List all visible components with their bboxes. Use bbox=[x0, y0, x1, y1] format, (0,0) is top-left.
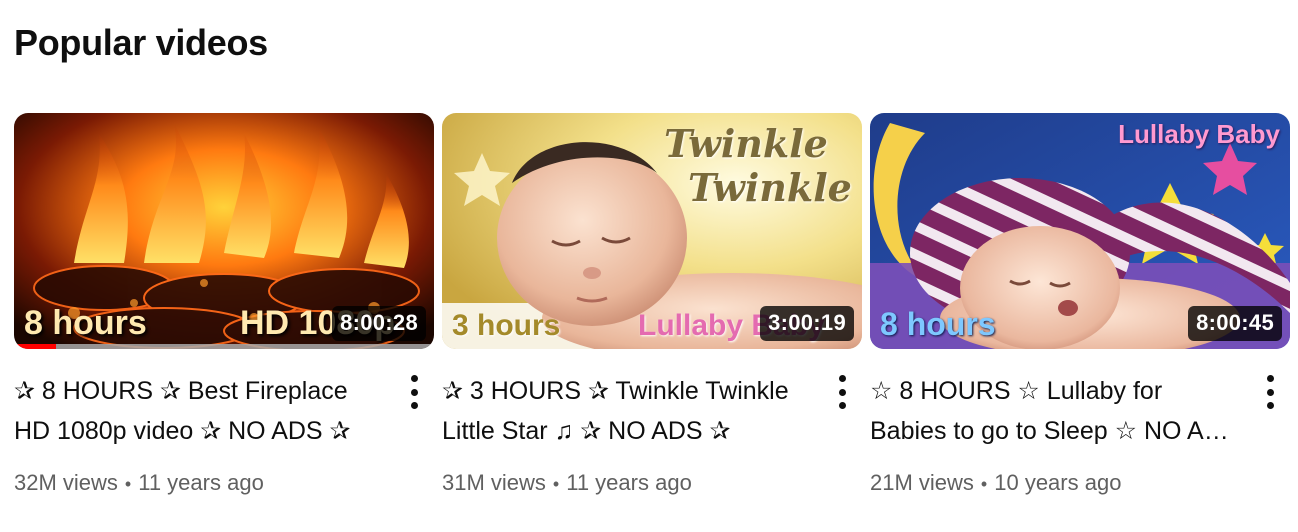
video-title[interactable]: ☆ 8 HOURS ☆ Lullaby for Babies to go to … bbox=[870, 371, 1244, 451]
duration-badge: 8:00:45 bbox=[1188, 306, 1282, 341]
more-options-icon[interactable] bbox=[1258, 375, 1282, 409]
section-title: Popular videos bbox=[14, 22, 268, 63]
thumbnail-overlay-text: Lullaby Baby bbox=[1118, 119, 1280, 149]
view-count: 31M views bbox=[442, 470, 546, 495]
video-meta: 21M views • 10 years ago bbox=[870, 468, 1244, 499]
video-card[interactable]: Lullaby Baby 8 hours 8:00:45 ☆ 8 HOURS ☆… bbox=[870, 113, 1290, 499]
thumbnail-overlay-text: 8 hours bbox=[880, 306, 996, 342]
video-thumbnail[interactable]: Twinkle Twinkle 3 hours Lullaby Baby 3:0… bbox=[442, 113, 862, 349]
more-options-icon[interactable] bbox=[402, 375, 426, 409]
view-count: 32M views bbox=[14, 470, 118, 495]
separator-dot: • bbox=[124, 474, 132, 494]
banner-text: Twinkle bbox=[688, 165, 852, 210]
upload-age: 10 years ago bbox=[994, 470, 1122, 495]
more-options-icon[interactable] bbox=[830, 375, 854, 409]
video-card[interactable]: 8 hours HD 1080p 8:00:28 ✰ 8 HOURS ✰ Bes… bbox=[14, 113, 434, 499]
video-meta: 32M views • 11 years ago bbox=[14, 468, 388, 499]
video-meta: 31M views • 11 years ago bbox=[442, 468, 816, 499]
thumbnail-overlay-text: 8 hours bbox=[24, 304, 147, 342]
video-title[interactable]: ✰ 3 HOURS ✰ Twinkle Twinkle Little Star … bbox=[442, 371, 816, 451]
video-info: ✰ 3 HOURS ✰ Twinkle Twinkle Little Star … bbox=[442, 349, 862, 499]
thumbnail-overlay-text: 3 hours bbox=[452, 309, 561, 342]
separator-dot: • bbox=[552, 474, 560, 494]
video-thumbnail[interactable]: Lullaby Baby 8 hours 8:00:45 bbox=[870, 113, 1290, 349]
duration-badge: 8:00:28 bbox=[332, 306, 426, 341]
banner-text: Twinkle bbox=[664, 121, 828, 166]
upload-age: 11 years ago bbox=[138, 470, 264, 495]
duration-badge: 3:00:19 bbox=[760, 306, 854, 341]
video-info: ☆ 8 HOURS ☆ Lullaby for Babies to go to … bbox=[870, 349, 1290, 499]
video-grid: 8 hours HD 1080p 8:00:28 ✰ 8 HOURS ✰ Bes… bbox=[14, 113, 1290, 499]
upload-age: 11 years ago bbox=[566, 470, 692, 495]
video-info: ✰ 8 HOURS ✰ Best Fireplace HD 1080p vide… bbox=[14, 349, 434, 499]
video-thumbnail[interactable]: 8 hours HD 1080p 8:00:28 bbox=[14, 113, 434, 349]
separator-dot: • bbox=[980, 474, 988, 494]
video-title[interactable]: ✰ 8 HOURS ✰ Best Fireplace HD 1080p vide… bbox=[14, 371, 388, 451]
video-card[interactable]: Twinkle Twinkle 3 hours Lullaby Baby 3:0… bbox=[442, 113, 862, 499]
view-count: 21M views bbox=[870, 470, 974, 495]
